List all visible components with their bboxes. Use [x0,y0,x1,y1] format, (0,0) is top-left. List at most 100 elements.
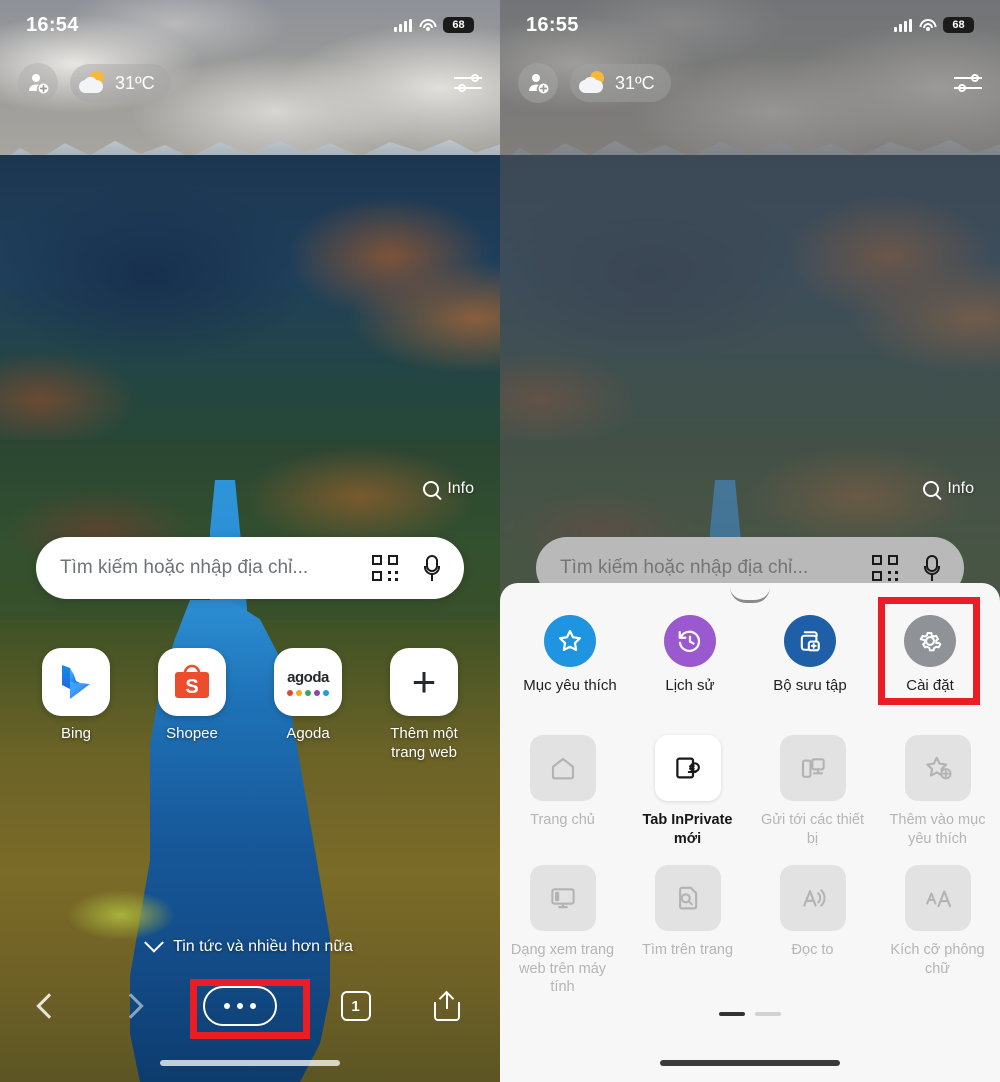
quick-action-label: Mục yêu thích [523,677,617,694]
menu-item-add-to-favorites[interactable]: Thêm vào mục yêu thích [875,729,1000,849]
weather-temperature: 31ºC [115,72,155,93]
drag-handle-icon[interactable] [730,587,770,603]
shopee-logo-icon: S [158,648,226,716]
page-dot-active[interactable] [719,1012,745,1016]
quick-action-collections[interactable]: Bộ sưu tập [756,607,864,694]
menu-item-send-to-devices[interactable]: Gửi tới các thiết bị [750,729,875,849]
weather-temperature: 31ºC [615,72,655,93]
home-icon [529,735,596,801]
search-placeholder: Tìm kiếm hoặc nhập địa chỉ... [560,557,809,578]
right-phone-panel: 16:55 68 31ºC Info Tìm kiếm hoặc nhập đị… [500,0,1000,1082]
shortcuts-row: Bing S Shopee agoda Agoda + Thêm một tra… [26,648,474,763]
info-label: Info [947,480,974,497]
gear-icon [904,615,956,667]
quick-action-label: Cài đặt [906,677,954,694]
top-chips-row: 31ºC [500,58,1000,108]
news-toggle[interactable]: Tin tức và nhiều hơn nữa [0,932,500,956]
sliders-icon[interactable] [454,72,482,94]
info-row[interactable]: Info [923,480,974,498]
sun-cloud-icon [79,71,107,95]
menu-item-new-inprivate-tab[interactable]: Tab InPrivate mới [625,729,750,849]
chevron-left-icon[interactable] [36,993,62,1019]
quick-action-favorites[interactable]: Mục yêu thích [516,607,624,694]
add-favorite-icon [904,735,971,801]
cellular-bars-icon [394,18,412,32]
bottom-navigation-bar: 1 [0,974,500,1038]
shortcut-label: Agoda [286,725,330,742]
status-clock: 16:55 [526,13,579,36]
menu-item-label: Tìm trên trang [641,941,734,958]
battery-badge: 68 [943,17,974,33]
svg-text:S: S [185,676,198,698]
browser-menu-sheet: Mục yêu thích Lịch sử Bộ sưu tập Cài đặt… [500,583,1000,1082]
history-clock-icon [664,615,716,667]
menu-item-label: Dạng xem trang web trên máy tính [510,941,615,996]
inprivate-icon [654,735,721,801]
menu-grid: Trang chủ Tab InPrivate mới Gửi tới các … [500,729,1000,997]
search-input[interactable]: Tìm kiếm hoặc nhập địa chỉ... [36,537,464,599]
weather-chip[interactable]: 31ºC [70,64,171,102]
page-indicator[interactable] [719,1012,781,1016]
quick-actions-row: Mục yêu thích Lịch sử Bộ sưu tập Cài đặt [500,607,1000,694]
quick-action-history[interactable]: Lịch sử [636,607,744,694]
desktop-view-icon [529,864,596,931]
status-bar: 16:55 68 [500,0,1000,50]
quick-action-label: Bộ sưu tập [773,677,847,694]
wifi-icon [419,18,436,32]
page-dot[interactable] [755,1012,781,1016]
menu-item-label: Gửi tới các thiết bị [760,812,865,847]
send-to-devices-icon [779,735,846,801]
menu-item-home[interactable]: Trang chủ [500,729,625,849]
shortcut-bing[interactable]: Bing [26,648,126,763]
add-profile-icon[interactable] [518,63,558,103]
weather-chip[interactable]: 31ºC [570,64,671,102]
quick-action-settings[interactable]: Cài đặt [876,607,984,694]
shortcut-label: Bing [60,725,92,742]
menu-item-label: Kích cỡ phông chữ [890,941,985,977]
search-icon [923,481,940,497]
search-placeholder: Tìm kiếm hoặc nhập địa chỉ... [60,557,309,578]
menu-item-label: Thêm vào mục yêu thích [889,812,986,847]
qr-code-icon[interactable] [372,555,398,581]
menu-item-find-on-page[interactable]: Tìm trên trang [625,859,750,998]
agoda-dots [286,689,330,696]
shortcut-add-site[interactable]: + Thêm một trang web [374,648,474,763]
chevron-right-icon[interactable] [117,993,144,1019]
share-icon[interactable] [434,990,460,1021]
agoda-wordmark: agoda [287,668,329,686]
qr-code-icon[interactable] [872,555,898,581]
shortcut-shopee[interactable]: S Shopee [142,648,242,763]
wifi-icon [919,18,936,32]
bing-logo-icon [42,648,110,716]
microphone-icon[interactable] [924,555,940,581]
left-phone-panel: 16:54 68 31ºC Info Tìm kiếm hoặc nhập đị… [0,0,500,1082]
menu-item-label: Đọc to [791,941,834,958]
top-chips-row: 31ºC [0,58,500,108]
font-size-icon [904,864,971,931]
tab-count-button[interactable]: 1 [340,991,371,1021]
status-indicators: 68 [894,17,974,33]
battery-badge: 68 [443,17,474,33]
collections-icon [784,615,836,667]
add-profile-icon[interactable] [18,63,58,103]
status-indicators: 68 [394,17,474,33]
menu-item-font-size[interactable]: Kích cỡ phông chữ [875,859,1000,998]
read-aloud-icon [779,864,846,931]
star-icon [544,615,596,667]
microphone-icon[interactable] [424,555,440,581]
status-clock: 16:54 [26,13,79,36]
home-indicator [660,1060,840,1066]
menu-item-desktop-site[interactable]: Dạng xem trang web trên máy tính [500,859,625,998]
cellular-bars-icon [894,18,912,32]
search-icon [423,481,440,497]
sun-cloud-icon [579,71,607,95]
info-label: Info [447,480,474,497]
find-on-page-icon [654,864,721,931]
ellipsis-icon[interactable] [203,986,277,1026]
sliders-icon[interactable] [954,72,982,94]
agoda-logo-icon: agoda [274,648,342,716]
shortcut-agoda[interactable]: agoda Agoda [258,648,358,763]
info-row[interactable]: Info [423,480,474,498]
menu-item-read-aloud[interactable]: Đọc to [750,859,875,998]
news-label: Tin tức và nhiều hơn nữa [173,938,353,955]
